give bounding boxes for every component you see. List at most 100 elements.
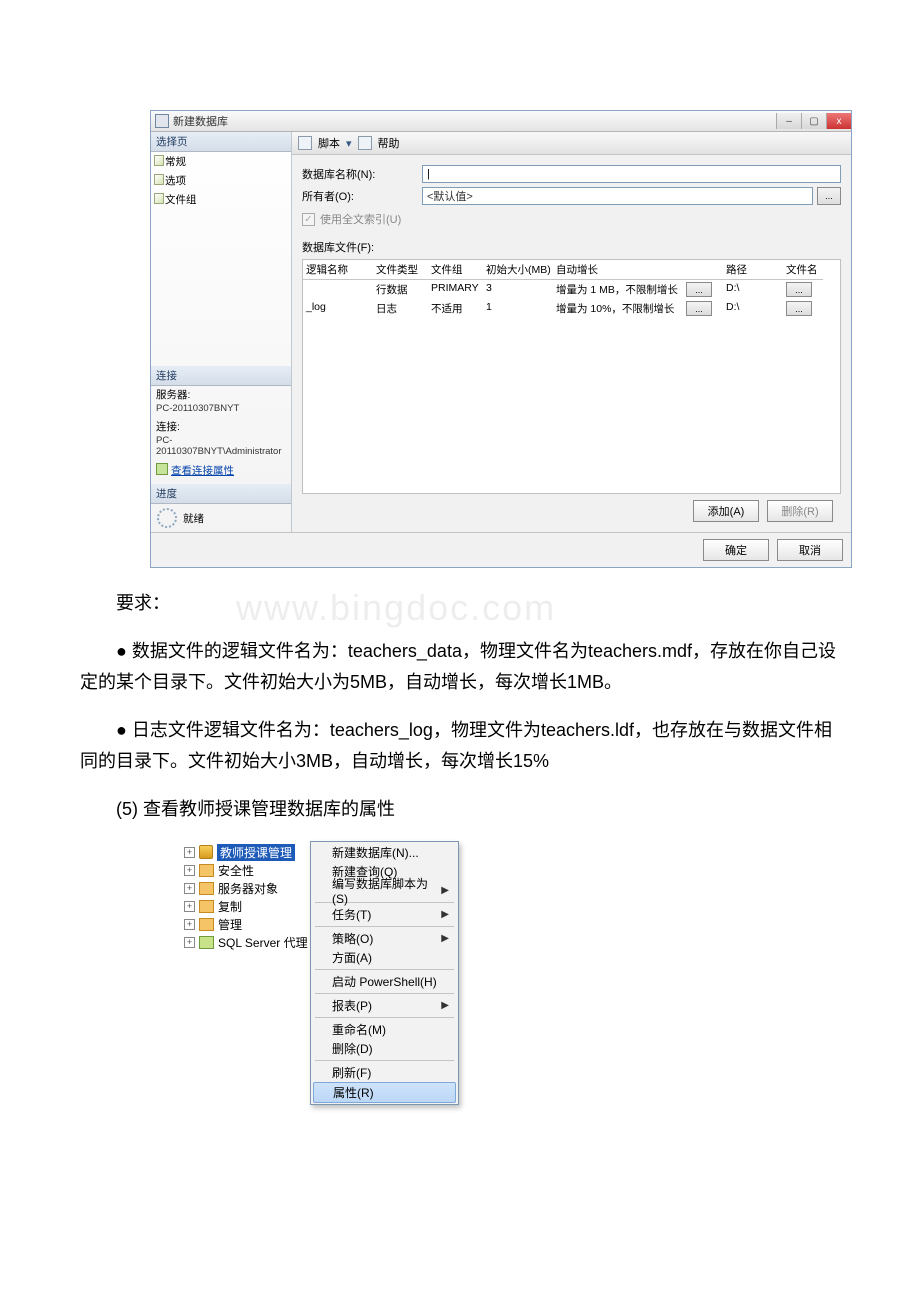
tree-selected-db[interactable]: 教师授课管理 xyxy=(217,844,295,861)
cell-filegroup: 不适用 xyxy=(428,299,483,318)
left-pane: 选择页 常规 选项 文件组 连接 服务器: PC-20110307BNYT 连接… xyxy=(151,132,292,532)
help-button[interactable]: 帮助 xyxy=(378,135,400,151)
expand-icon[interactable]: + xyxy=(184,865,195,876)
object-explorer-tree[interactable]: + 教师授课管理 + 安全性 + 服务器对象 + 复制 + 管理 + SQL Server… xyxy=(180,841,310,1105)
server-label: 服务器: xyxy=(151,386,291,403)
titlebar[interactable]: 新建数据库 – ▢ x xyxy=(151,111,851,132)
tree-item-management[interactable]: 管理 xyxy=(218,916,242,933)
ok-button[interactable]: 确定 xyxy=(703,539,769,561)
col-logical-name[interactable]: 逻辑名称 xyxy=(303,260,373,280)
page-item-filegroup[interactable]: 文件组 xyxy=(151,190,291,209)
context-menu-label: 报表(P) xyxy=(332,997,372,1014)
tree-item-security[interactable]: 安全性 xyxy=(218,862,254,879)
view-connection-props-link[interactable]: 查看连接属性 xyxy=(151,461,291,484)
submenu-arrow-icon: ▶ xyxy=(441,885,449,896)
close-button[interactable]: x xyxy=(826,113,851,129)
cancel-button[interactable]: 取消 xyxy=(777,539,843,561)
autogrow-edit-button[interactable]: ... xyxy=(686,282,712,297)
tree-item-sql-agent[interactable]: SQL Server 代理 xyxy=(218,934,308,951)
table-row[interactable]: _log 日志 不适用 1 增量为 10%，不限制增长 ... D:\ ... xyxy=(303,299,840,318)
db-files-grid[interactable]: 逻辑名称 文件类型 文件组 初始大小(MB) 自动增长 路径 文件名 行数据 xyxy=(302,259,841,494)
cell-autogrow: 增量为 10%，不限制增长 xyxy=(553,299,683,318)
tree-item-replication[interactable]: 复制 xyxy=(218,898,242,915)
owner-input[interactable]: <默认值> xyxy=(422,187,813,205)
context-menu-item[interactable]: 删除(D) xyxy=(312,1039,457,1058)
path-browse-button[interactable]: ... xyxy=(786,282,812,297)
table-row[interactable]: 行数据 PRIMARY 3 增量为 1 MB，不限制增长 ... D:\ ... xyxy=(303,280,840,299)
cell-initsize[interactable]: 3 xyxy=(483,280,553,299)
context-menu-item[interactable]: 新建数据库(N)... xyxy=(312,843,457,862)
server-value: PC-20110307BNYT xyxy=(151,403,291,418)
context-menu-item[interactable]: 方面(A) xyxy=(312,948,457,967)
dbname-input[interactable] xyxy=(422,165,841,183)
script-dropdown-icon[interactable]: ▾ xyxy=(346,137,352,150)
col-initsize[interactable]: 初始大小(MB) xyxy=(483,260,553,280)
context-menu-item[interactable]: 重命名(M) xyxy=(312,1020,457,1039)
col-file-type[interactable]: 文件类型 xyxy=(373,260,428,280)
page-item-general[interactable]: 常规 xyxy=(151,152,291,171)
script-button[interactable]: 脚本 xyxy=(318,135,340,151)
folder-icon xyxy=(199,918,214,931)
context-menu-label: 策略(O) xyxy=(332,930,373,947)
context-menu-item[interactable]: 属性(R) xyxy=(313,1082,456,1103)
owner-label: 所有者(O): xyxy=(302,188,422,204)
cell-filegroup: PRIMARY xyxy=(428,280,483,299)
folder-icon xyxy=(199,900,214,913)
context-menu-label: 重命名(M) xyxy=(332,1021,386,1038)
context-menu-label: 属性(R) xyxy=(333,1084,374,1101)
expand-icon[interactable]: + xyxy=(184,937,195,948)
dialog-title: 新建数据库 xyxy=(173,113,228,129)
submenu-arrow-icon: ▶ xyxy=(441,909,449,920)
context-menu-label: 启动 PowerShell(H) xyxy=(332,973,437,990)
cell-autogrow: 增量为 1 MB，不限制增长 xyxy=(553,280,683,299)
context-menu-item[interactable]: 启动 PowerShell(H) xyxy=(312,972,457,991)
section-connection: 连接 xyxy=(151,366,291,386)
context-menu-label: 任务(T) xyxy=(332,906,371,923)
context-menu[interactable]: 新建数据库(N)...新建查询(Q)编写数据库脚本为(S)▶任务(T)▶策略(O… xyxy=(310,841,459,1105)
object-explorer-context: + 教师授课管理 + 安全性 + 服务器对象 + 复制 + 管理 + SQL Server… xyxy=(180,841,840,1105)
expand-icon[interactable]: + xyxy=(184,883,195,894)
section-select-page: 选择页 xyxy=(151,132,291,152)
expand-icon[interactable]: + xyxy=(184,847,195,858)
col-filename[interactable]: 文件名 xyxy=(783,260,823,280)
cell-file-type: 行数据 xyxy=(373,280,428,299)
context-menu-label: 新建数据库(N)... xyxy=(332,844,419,861)
folder-icon xyxy=(199,882,214,895)
submenu-arrow-icon: ▶ xyxy=(441,933,449,944)
folder-icon xyxy=(199,864,214,877)
conn-value: PC-20110307BNYT\Administrator xyxy=(151,435,291,461)
expand-icon[interactable]: + xyxy=(184,901,195,912)
database-icon xyxy=(199,845,213,859)
step5-heading: (5) 查看教师授课管理数据库的属性 xyxy=(80,794,840,826)
col-filegroup[interactable]: 文件组 xyxy=(428,260,483,280)
context-menu-item[interactable]: 任务(T) ▶ xyxy=(312,905,457,924)
cell-file-type: 日志 xyxy=(373,299,428,318)
cell-logical-name[interactable]: _log xyxy=(303,299,373,318)
context-menu-item[interactable]: 编写数据库脚本为(S)▶ xyxy=(312,881,457,900)
context-menu-label: 编写数据库脚本为(S) xyxy=(332,875,441,906)
owner-browse-button[interactable]: ... xyxy=(817,187,841,205)
add-button[interactable]: 添加(A) xyxy=(693,500,759,522)
autogrow-edit-button[interactable]: ... xyxy=(686,301,712,316)
expand-icon[interactable]: + xyxy=(184,919,195,930)
context-menu-item[interactable]: 策略(O) ▶ xyxy=(312,929,457,948)
requirements-heading: 要求： xyxy=(80,588,840,620)
dbname-label: 数据库名称(N): xyxy=(302,166,422,182)
fulltext-checkbox: ✓ xyxy=(302,213,315,226)
maximize-button[interactable]: ▢ xyxy=(801,113,826,129)
cell-initsize[interactable]: 1 xyxy=(483,299,553,318)
cell-path: D:\ xyxy=(723,299,783,318)
page-item-options[interactable]: 选项 xyxy=(151,171,291,190)
new-database-dialog: 新建数据库 – ▢ x 选择页 常规 选项 文件组 连接 服务器: PC-201… xyxy=(150,110,852,568)
col-path[interactable]: 路径 xyxy=(723,260,783,280)
help-icon xyxy=(358,136,372,150)
minimize-button[interactable]: – xyxy=(776,113,801,129)
col-autogrow[interactable]: 自动增长 xyxy=(553,260,683,280)
context-menu-item[interactable]: 刷新(F) xyxy=(312,1063,457,1082)
delete-button: 删除(R) xyxy=(767,500,833,522)
cell-logical-name[interactable] xyxy=(303,280,373,299)
path-browse-button[interactable]: ... xyxy=(786,301,812,316)
context-menu-item[interactable]: 报表(P)▶ xyxy=(312,996,457,1015)
folder-icon xyxy=(199,936,214,949)
tree-item-server-objects[interactable]: 服务器对象 xyxy=(218,880,278,897)
